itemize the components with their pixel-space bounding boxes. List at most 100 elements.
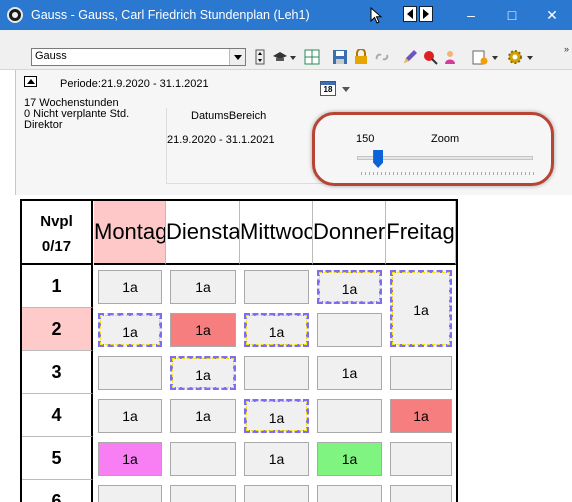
gear-icon (508, 50, 522, 64)
chevron-down-icon (527, 56, 533, 60)
close-button[interactable]: ✕ (537, 4, 567, 26)
pin-button[interactable] (420, 48, 440, 66)
save-button[interactable] (330, 48, 350, 66)
lesson-cell[interactable] (390, 485, 452, 502)
periode-label: Periode:21.9.2020 - 31.1.2021 (60, 78, 209, 90)
stats-block: 17 Wochenstunden 0 Nicht verplante Std. … (24, 98, 129, 131)
minimize-button[interactable]: – (456, 4, 486, 26)
period-header-1[interactable]: 1 (22, 265, 93, 308)
collapse-panel-button[interactable] (24, 76, 37, 87)
lesson-cell[interactable] (390, 356, 452, 390)
element-select[interactable]: Gauss (31, 48, 246, 66)
lesson-cell[interactable] (390, 442, 452, 476)
arrow-left-icon (407, 9, 413, 19)
chevron-down-icon (492, 56, 498, 60)
gear-dropdown[interactable] (525, 48, 537, 66)
period-header-2[interactable]: 2 (22, 308, 93, 351)
settings-dropdown[interactable] (490, 48, 502, 66)
person-button[interactable] (440, 48, 460, 66)
day-header-5[interactable]: Freitag (386, 201, 456, 265)
arrow-right-icon (423, 9, 429, 19)
window-title: Gauss - Gauss, Carl Friedrich Stundenpla… (31, 8, 310, 22)
unscheduled-counter[interactable]: Nvpl 0/17 (22, 201, 93, 265)
lock-button[interactable] (351, 48, 371, 66)
chevron-down-icon[interactable] (229, 49, 245, 65)
date-range-group: DatumsBereich 21.9.2020 - 31.1.2021 (166, 108, 326, 184)
period-header-5[interactable]: 5 (22, 437, 93, 480)
lesson-cell[interactable] (170, 485, 236, 502)
lesson-cell[interactable]: 1a (244, 313, 309, 347)
lesson-cell[interactable]: 1a (170, 313, 236, 347)
toolbar-overflow-button[interactable]: » (564, 44, 569, 54)
lesson-cell[interactable] (170, 442, 236, 476)
zoom-control: 150 Zoom (312, 112, 554, 186)
maximize-button[interactable]: □ (497, 4, 527, 26)
period-header-3[interactable]: 3 (22, 351, 93, 394)
app-icon[interactable] (7, 7, 23, 23)
gear-button[interactable] (505, 48, 525, 66)
day-header-2[interactable]: Dienstag (166, 201, 240, 265)
period-header-4[interactable]: 4 (22, 394, 93, 437)
day-header-1[interactable]: Montag (94, 201, 166, 265)
edit-button[interactable] (400, 48, 420, 66)
lesson-cell[interactable]: 1a (244, 442, 309, 476)
lesson-cell[interactable]: 1a (170, 399, 236, 433)
prev-element-button[interactable] (403, 6, 417, 22)
zoom-slider-thumb[interactable] (373, 150, 384, 168)
link-icon (375, 53, 389, 61)
date-range-value: 21.9.2020 - 31.1.2021 (167, 134, 275, 146)
person-icon (445, 51, 455, 64)
toolbar: Gauss » (0, 30, 572, 70)
chevron-down-icon (290, 56, 296, 60)
period-header-6[interactable]: 6 (22, 480, 93, 502)
timetable-grid: Nvpl 0/17 MontagDienstagMittwochDonnerst… (20, 199, 458, 502)
spinner-button[interactable] (250, 48, 270, 66)
lesson-cell[interactable] (98, 485, 162, 502)
link-button[interactable] (372, 48, 392, 66)
lesson-cell[interactable]: 1a (170, 356, 236, 390)
chevron-down-icon (342, 87, 350, 92)
lesson-cell[interactable] (244, 485, 309, 502)
lesson-cell[interactable] (317, 399, 382, 433)
lesson-cell[interactable]: 1a (390, 399, 452, 433)
teacher-dropdown[interactable] (288, 48, 300, 66)
zoom-value: 150 (356, 133, 375, 145)
unscheduled-count: 0/17 (41, 238, 72, 255)
calendar-icon: 18 (320, 81, 336, 96)
lesson-cell[interactable]: 1a (98, 442, 162, 476)
lesson-cell[interactable] (244, 270, 309, 304)
lesson-cell[interactable]: 1a (244, 399, 309, 433)
lesson-cell[interactable]: 1a (317, 356, 382, 390)
hat-icon (273, 52, 287, 61)
lesson-cell[interactable]: 1a (98, 313, 162, 347)
lesson-cell[interactable] (98, 356, 162, 390)
lesson-cell[interactable]: 1a (98, 270, 162, 304)
zoom-label: Zoom (431, 133, 460, 145)
lesson-cell[interactable] (317, 313, 382, 347)
lesson-cell[interactable]: 1a (317, 270, 382, 304)
zoom-slider-ticks (361, 172, 537, 175)
pencil-icon (404, 50, 417, 63)
zoom-slider-track[interactable] (357, 156, 533, 160)
grid-icon (304, 49, 320, 65)
day-header-4[interactable]: Donnerstag (313, 201, 386, 265)
grid-button[interactable] (302, 48, 322, 66)
calendar-button[interactable]: 18 (320, 80, 354, 98)
lesson-cell[interactable]: 1a (317, 442, 382, 476)
unscheduled-label: Nvpl (40, 213, 73, 230)
lesson-cell[interactable]: 1a (390, 270, 452, 347)
save-icon (333, 50, 347, 64)
next-element-button[interactable] (419, 6, 433, 22)
spinner-icon (255, 49, 265, 65)
title-bar[interactable]: Gauss - Gauss, Carl Friedrich Stundenpla… (0, 0, 572, 30)
mouse-cursor-icon (370, 7, 383, 24)
lesson-cell[interactable]: 1a (170, 270, 236, 304)
settings-button[interactable] (470, 48, 490, 66)
teacher-button[interactable] (270, 48, 290, 66)
day-header-3[interactable]: Mittwoch (240, 201, 313, 265)
lesson-cell[interactable] (244, 356, 309, 390)
lesson-cell[interactable]: 1a (98, 399, 162, 433)
lesson-cell[interactable] (317, 485, 382, 502)
lock-icon (355, 49, 367, 64)
pin-icon (424, 51, 438, 65)
